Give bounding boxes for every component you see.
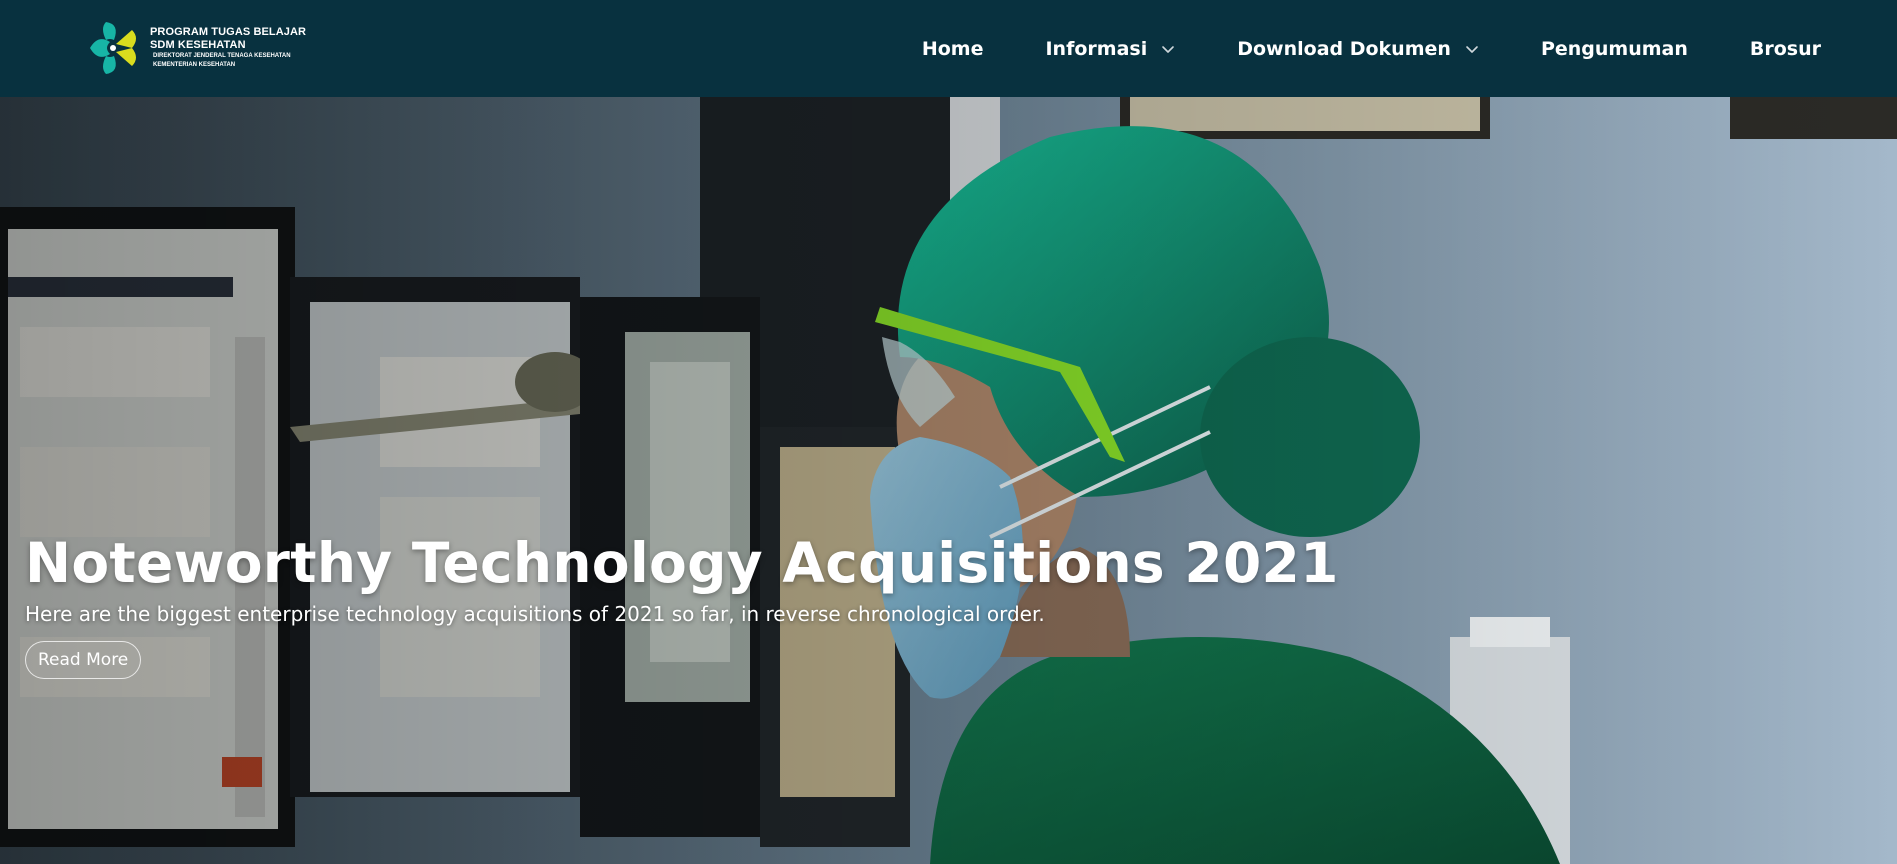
nav-item-label: Pengumuman [1540,37,1688,60]
brand-subtitle: SDM KESEHATAN [150,39,246,51]
read-more-button[interactable]: Read More [25,641,142,679]
navbar: PROGRAM TUGAS BELAJAR SDM KESEHATAN DIRE… [0,0,1897,97]
brand-text: PROGRAM TUGAS BELAJAR SDM KESEHATAN DIRE… [150,26,306,70]
nav-item-brosur[interactable]: Brosur [1750,38,1821,60]
nav-item-label: Home [921,37,984,60]
hero-caption: Noteworthy Technology Acquisitions 2021 … [25,527,1339,679]
hero-overlay [0,97,1897,864]
kemenkes-logo-icon [90,22,136,74]
nav-item-pengumuman[interactable]: Pengumuman [1541,38,1688,60]
nav-item-label: Informasi [1045,37,1148,60]
nav-item-download-dokumen[interactable]: Download Dokumen [1237,38,1479,60]
nav-item-informasi[interactable]: Informasi [1045,38,1175,60]
chevron-down-icon [1466,45,1478,53]
brand-logo-link[interactable]: PROGRAM TUGAS BELAJAR SDM KESEHATAN DIRE… [84,16,306,80]
main-nav: Home Informasi Download Dokumen Pengumum… [922,0,1821,97]
nav-item-home[interactable]: Home [922,38,984,60]
hero-carousel: Noteworthy Technology Acquisitions 2021 … [0,97,1897,864]
brand-title: PROGRAM TUGAS BELAJAR [150,26,307,38]
hero-title: Noteworthy Technology Acquisitions 2021 [25,531,1339,595]
page: PROGRAM TUGAS BELAJAR SDM KESEHATAN DIRE… [0,0,1897,864]
chevron-down-icon [1162,45,1175,53]
brand-ministry: KEMENTERIAN KESEHATAN [153,62,236,68]
nav-item-label: Download Dokumen [1237,37,1451,60]
hero-subtitle: Here are the biggest enterprise technolo… [25,602,1045,626]
brand-directorate: DIREKTORAT JENDERAL TENAGA KESEHATAN [153,53,291,59]
nav-item-label: Brosur [1749,37,1821,60]
